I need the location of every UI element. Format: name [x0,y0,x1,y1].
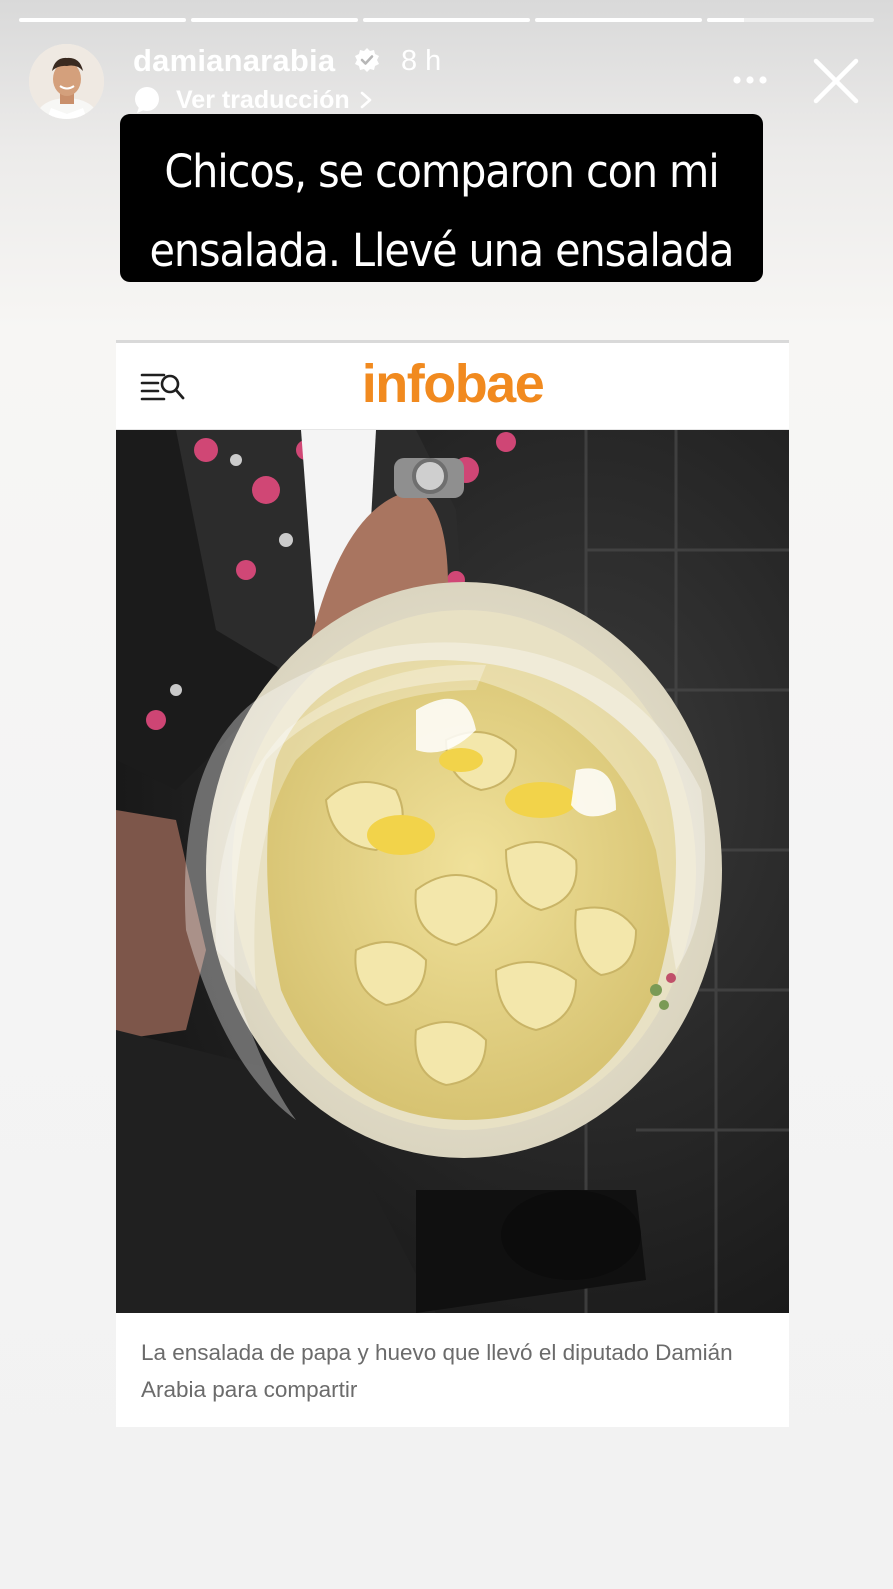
progress-segment [535,18,702,22]
progress-segment [19,18,186,22]
translate-link[interactable]: Ver traducción [133,84,374,116]
progress-segment-fill [19,18,186,22]
article-header: infobae [116,343,789,430]
photo-caption: La ensalada de papa y huevo que llevó el… [141,1340,733,1402]
avatar[interactable] [29,44,104,119]
infobae-logo: infobae [361,354,545,414]
progress-segment [707,18,874,22]
username[interactable]: damianarabia [133,43,335,79]
progress-segment-fill [191,18,358,22]
chevron-right-icon [360,91,371,109]
progress-segment [363,18,530,22]
close-icon[interactable] [811,56,861,106]
potato-egg-salad-photo [116,430,789,1313]
profile-photo [29,44,104,119]
post-time: 8 h [401,45,442,77]
translate-icon [135,87,159,113]
progress-segment-fill [363,18,530,22]
progress-segment-fill [707,18,744,22]
story-progress-bar [19,18,874,22]
story-text: Chicos, se comparon con mi ensalada. Lle… [149,145,735,277]
more-horizontal-icon[interactable] [730,62,770,98]
story-text-overlay: Chicos, se comparon con mi ensalada. Lle… [120,114,763,282]
progress-segment [191,18,358,22]
verified-badge-icon [355,48,379,72]
translate-label: Ver traducción [176,85,350,114]
article-screenshot: infobae La ensalada de papa y huevo que … [116,340,789,1427]
progress-segment-fill [535,18,702,22]
